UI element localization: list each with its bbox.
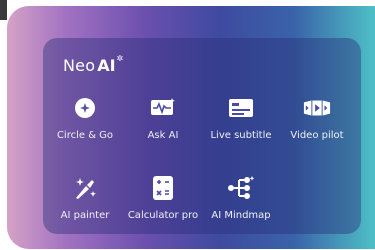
app-label: Live subtitle: [210, 130, 272, 141]
app-ai-mindmap[interactable]: AI Mindmap: [200, 174, 282, 221]
app-label: Video pilot: [290, 130, 344, 141]
app-grid: Circle & Go Ask AI Live subtitle Video p…: [43, 38, 361, 234]
circle-go-icon: [71, 94, 99, 122]
app-ask-ai[interactable]: Ask AI: [122, 94, 204, 141]
app-label: Circle & Go: [56, 130, 114, 141]
ai-painter-icon: [71, 174, 99, 202]
app-ai-painter[interactable]: AI painter: [44, 174, 126, 221]
app-calculator-pro[interactable]: Calculator pro: [122, 174, 204, 221]
neo-ai-frame: Neo AI ✲ Circle & Go Ask AI Live subtitl…: [7, 6, 375, 249]
corner-mark: [0, 0, 7, 20]
app-label: AI painter: [60, 210, 110, 221]
live-subtitle-icon: [227, 94, 255, 122]
mindmap-icon: [227, 174, 255, 202]
app-video-pilot[interactable]: Video pilot: [276, 94, 358, 141]
app-live-subtitle[interactable]: Live subtitle: [200, 94, 282, 141]
neo-ai-panel: Neo AI ✲ Circle & Go Ask AI Live subtitl…: [43, 38, 361, 234]
ask-ai-icon: [149, 94, 177, 122]
app-label: Ask AI: [147, 130, 179, 141]
calculator-icon: [149, 174, 177, 202]
app-circle-go[interactable]: Circle & Go: [44, 94, 126, 141]
video-pilot-icon: [303, 94, 331, 122]
app-label: Calculator pro: [127, 210, 199, 221]
app-label: AI Mindmap: [211, 210, 271, 221]
